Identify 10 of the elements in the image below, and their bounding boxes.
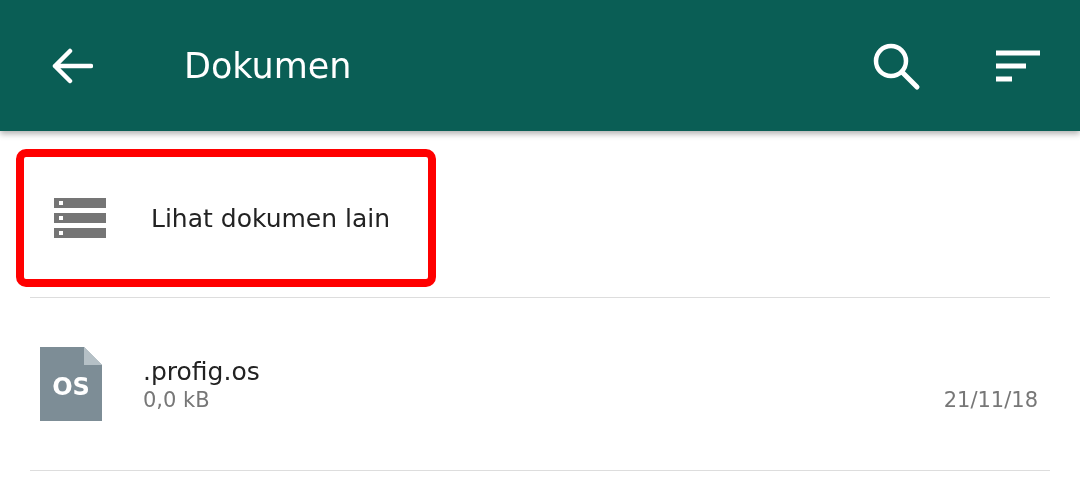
sort-button[interactable] — [994, 49, 1042, 82]
back-button[interactable] — [51, 47, 93, 84]
file-icon: OS — [40, 347, 102, 421]
server-stack-icon — [54, 198, 106, 238]
browse-documents-item[interactable]: Lihat dokumen lain — [16, 149, 436, 287]
file-row[interactable]: OS .profig.os 0,0 kB 21/11/18 — [0, 298, 1080, 470]
file-name: .profig.os — [143, 356, 261, 386]
file-date: 21/11/18 — [943, 388, 1038, 412]
file-size: 0,0 kB — [143, 387, 211, 412]
screen-title: Dokumen — [184, 45, 352, 86]
